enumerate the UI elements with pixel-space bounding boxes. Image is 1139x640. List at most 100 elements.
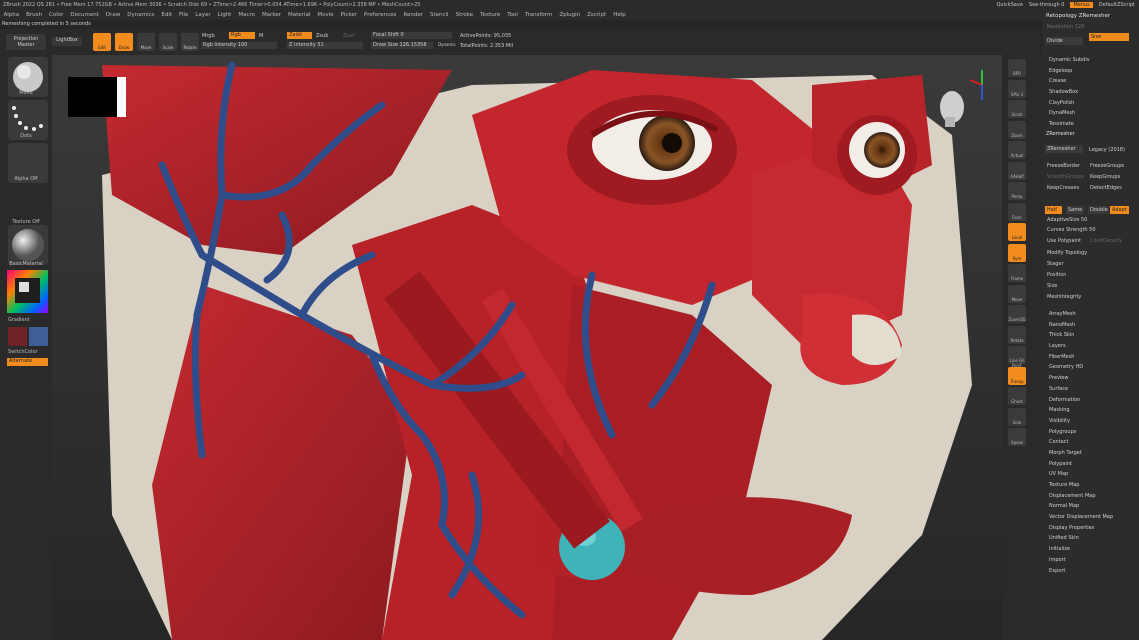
- subpalette-display-properties[interactable]: Display Properties: [1042, 523, 1139, 534]
- projection-master-button[interactable]: Projection Master: [6, 34, 46, 50]
- mrgb-toggle[interactable]: Mrgb: [202, 33, 215, 39]
- z-intensity-slider[interactable]: Z Intensity 51: [287, 42, 363, 49]
- menu-render[interactable]: Render: [403, 12, 423, 18]
- adaptive-size-slider[interactable]: AdaptiveSize 50: [1047, 217, 1087, 223]
- subpalette-unified-skin[interactable]: Unified Skin: [1042, 533, 1139, 544]
- geometry-item-edgeloop[interactable]: Edgeloop: [1042, 66, 1139, 77]
- menu-tool[interactable]: Tool: [507, 12, 518, 18]
- keep-creases-button[interactable]: KeepCreases: [1047, 185, 1079, 191]
- shelf-move-button[interactable]: Move: [1008, 284, 1026, 303]
- half-button[interactable]: Half: [1045, 206, 1062, 214]
- menu-preferences[interactable]: Preferences: [364, 12, 396, 18]
- subpalette-uv-map[interactable]: UV Map: [1042, 469, 1139, 480]
- geometry-item-crease[interactable]: Crease: [1042, 76, 1139, 87]
- menu-light[interactable]: Light: [218, 12, 232, 18]
- menu-macro[interactable]: Macro: [238, 12, 255, 18]
- shelf-line-fill-polyf-button[interactable]: Line Fill PolyF: [1008, 346, 1026, 368]
- m-toggle[interactable]: M: [259, 33, 263, 39]
- face-muscle-model[interactable]: [52, 55, 1002, 640]
- alternate-button[interactable]: Alternate: [7, 358, 48, 366]
- subpalette-geometry-hd[interactable]: Geometry HD: [1042, 362, 1139, 373]
- smooth-groups-button[interactable]: SmoothGroups: [1047, 174, 1084, 180]
- menu-transform[interactable]: Transform: [525, 12, 552, 18]
- menu-draw[interactable]: Draw: [106, 12, 120, 18]
- geometry-item-claypolish[interactable]: ClayPolish: [1042, 98, 1139, 109]
- menu-file[interactable]: File: [179, 12, 188, 18]
- color-density-slider[interactable]: ColorDensity: [1090, 238, 1122, 244]
- menu-color[interactable]: Color: [49, 12, 63, 18]
- edit-button[interactable]: Edit: [93, 33, 111, 51]
- zadd-toggle[interactable]: Zadd: [287, 32, 312, 39]
- shelf-transp-button[interactable]: Transp: [1008, 366, 1026, 385]
- geometry-item-dynamic-subdiv[interactable]: Dynamic Subdiv: [1042, 55, 1139, 66]
- shelf-sym-button[interactable]: Sym: [1008, 243, 1026, 262]
- same-button[interactable]: Same: [1066, 206, 1084, 214]
- subpalette-arraymesh[interactable]: ArrayMesh: [1042, 309, 1139, 320]
- rgb-intensity-slider[interactable]: Rgb Intensity 100: [201, 42, 277, 49]
- switch-color-button[interactable]: SwitchColor: [0, 349, 52, 355]
- subpalette-layers[interactable]: Layers: [1042, 341, 1139, 352]
- shelf-zoom-button[interactable]: Zoom: [1008, 120, 1026, 139]
- main-color-swatch[interactable]: [8, 327, 27, 346]
- see-through-slider[interactable]: See-through 0: [1029, 2, 1065, 8]
- freeze-groups-button[interactable]: FreezeGroups: [1090, 163, 1124, 169]
- menu-brush[interactable]: Brush: [26, 12, 42, 18]
- menu-stencil[interactable]: Stencil: [430, 12, 449, 18]
- shelf-persp-button[interactable]: Persp: [1008, 182, 1026, 200]
- divide-button[interactable]: Divide: [1045, 37, 1083, 45]
- geometry-item-shadowbox[interactable]: ShadowBox: [1042, 87, 1139, 98]
- shelf-frame-button[interactable]: Frame: [1008, 264, 1026, 282]
- menu-alpha[interactable]: Alpha: [4, 12, 20, 18]
- subpalette-preview[interactable]: Preview: [1042, 373, 1139, 384]
- menu-stroke[interactable]: Stroke: [456, 12, 474, 18]
- subpalette-polygroups[interactable]: Polygroups: [1042, 427, 1139, 438]
- subpalette-masking[interactable]: Masking: [1042, 405, 1139, 416]
- menu-movie[interactable]: Movie: [317, 12, 333, 18]
- menu-zplugin[interactable]: Zplugin: [559, 12, 580, 18]
- draw-size-slider[interactable]: Draw Size 126.15358: [371, 42, 433, 49]
- color-picker[interactable]: [7, 270, 48, 313]
- subpalette-export[interactable]: Export: [1042, 566, 1139, 577]
- shelf-ghost-button[interactable]: Ghost: [1008, 387, 1026, 405]
- legacy-2018-button[interactable]: Legacy (2018): [1089, 147, 1125, 153]
- size-header[interactable]: Size: [1047, 283, 1057, 289]
- focal-shift-slider[interactable]: Focal Shift 0: [371, 32, 452, 39]
- subpalette-displacement-map[interactable]: Displacement Map: [1042, 491, 1139, 502]
- shelf-rotate-button[interactable]: Rotate: [1008, 325, 1026, 344]
- shelf-xpose-button[interactable]: Xpose: [1008, 428, 1026, 446]
- subpalette-texture-map[interactable]: Texture Map: [1042, 480, 1139, 491]
- curves-strength-slider[interactable]: Curves Strength 50: [1047, 227, 1096, 233]
- subpalette-fibermesh[interactable]: FiberMesh: [1042, 352, 1139, 363]
- subpalette-visibility[interactable]: Visibility: [1042, 416, 1139, 427]
- material-picker[interactable]: [8, 225, 48, 265]
- shelf-floor-button[interactable]: Floor: [1008, 202, 1026, 221]
- subpalette-morph-target[interactable]: Morph Target: [1042, 448, 1139, 459]
- shelf-local-button[interactable]: Local: [1008, 223, 1026, 241]
- menu-dynamics[interactable]: Dynamics: [127, 12, 154, 18]
- zsub-toggle[interactable]: Zsub: [316, 33, 328, 39]
- quicksave-button[interactable]: QuickSave: [996, 2, 1022, 8]
- move-button[interactable]: Move: [137, 33, 155, 51]
- dynamic-toggle[interactable]: Dynamic: [438, 42, 456, 47]
- detect-edges-button[interactable]: DetectEdges: [1090, 185, 1122, 191]
- menu-picker[interactable]: Picker: [341, 12, 357, 18]
- mesh-integrity-header[interactable]: MeshIntegrity: [1047, 294, 1081, 300]
- zcut-toggle[interactable]: Zcut: [343, 33, 354, 39]
- use-polypaint-toggle[interactable]: Use Polypaint: [1047, 238, 1081, 244]
- shelf-actual-button[interactable]: Actual: [1008, 141, 1026, 159]
- menu-marker[interactable]: Marker: [262, 12, 281, 18]
- shelf-zoom3d-button[interactable]: Zoom3D: [1008, 305, 1026, 323]
- shelf-bpr-button[interactable]: BPR: [1008, 59, 1026, 77]
- subpalette-thick-skin[interactable]: Thick Skin: [1042, 330, 1139, 341]
- subpalette-contact[interactable]: Contact: [1042, 437, 1139, 448]
- stager-header[interactable]: Stager: [1047, 261, 1064, 267]
- double-button[interactable]: Double: [1088, 206, 1109, 214]
- default-zscript-button[interactable]: DefaultZScript: [1099, 2, 1135, 8]
- size-button[interactable]: Size: [1089, 33, 1129, 41]
- secondary-color-swatch[interactable]: [29, 327, 48, 346]
- shelf-aahalf-button[interactable]: AAHalf: [1008, 161, 1026, 180]
- menu-zscript[interactable]: Zscript: [587, 12, 606, 18]
- adapt-button[interactable]: Adapt: [1110, 206, 1129, 214]
- subpalette-normal-map[interactable]: Normal Map: [1042, 501, 1139, 512]
- lightbox-button[interactable]: LightBox: [52, 37, 82, 46]
